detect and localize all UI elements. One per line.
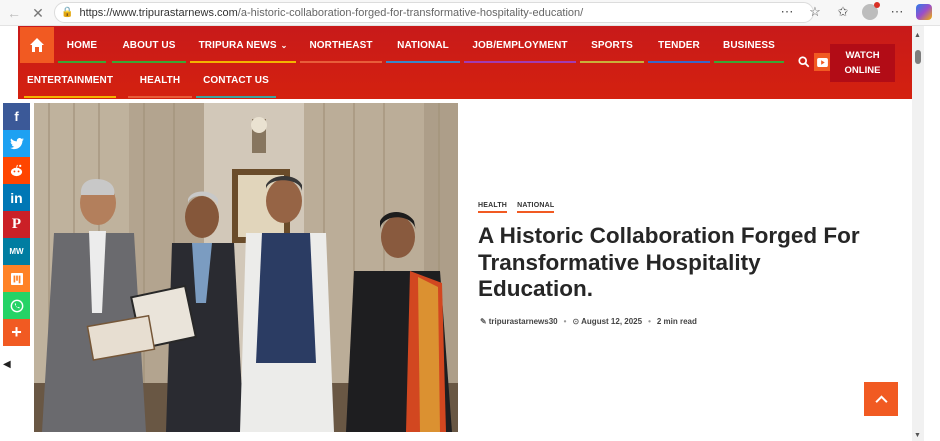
publish-date-text: August 12, 2025 xyxy=(581,317,643,326)
nav-contact-us-label: CONTACT US xyxy=(203,74,269,86)
site-navigation: HOME ABOUT US TRIPURA NEWS ⌄ NORTHEAST NA… xyxy=(18,26,913,99)
read-time: 2 min read xyxy=(656,317,697,326)
nav-health-label: HEALTH xyxy=(139,74,181,86)
youtube-icon[interactable] xyxy=(814,53,830,71)
nav-national[interactable]: NATIONAL xyxy=(386,27,460,63)
nav-home-label: HOME xyxy=(66,39,98,51)
scroll-up-arrow-icon[interactable]: ▲ xyxy=(914,32,921,39)
nav-northeast-label: NORTHEAST xyxy=(309,39,373,51)
meta-separator: • xyxy=(648,317,651,326)
publish-date[interactable]: ⊙ August 12, 2025 xyxy=(572,317,642,326)
article-categories: HEALTH NATIONAL xyxy=(478,202,555,213)
nav-contact-us[interactable]: CONTACT US xyxy=(196,62,276,98)
page-scrollbar[interactable]: ▲ ▼ xyxy=(912,26,924,441)
nav-business[interactable]: BUSINESS xyxy=(714,27,784,63)
facebook-icon[interactable]: f xyxy=(3,103,30,130)
nav-job-employment[interactable]: JOB/EMPLOYMENT xyxy=(464,27,576,63)
profile-avatar[interactable] xyxy=(862,2,880,20)
url-path: /a-historic-collaboration-forged-for-tra… xyxy=(237,6,584,19)
favorites-icon[interactable]: ✩ xyxy=(834,3,852,21)
nav-job-employment-label: JOB/EMPLOYMENT xyxy=(472,39,568,51)
scroll-down-arrow-icon[interactable]: ▼ xyxy=(914,432,921,439)
reader-mode-icon[interactable]: ⋯ xyxy=(778,3,796,21)
watch-online-line1: WATCH xyxy=(845,50,880,61)
nav-tripura-news[interactable]: TRIPURA NEWS ⌄ xyxy=(190,27,296,63)
nav-tender-label: TENDER xyxy=(658,39,700,51)
address-bar[interactable]: 🔒 https://www.tripurastarnews.com/a-hist… xyxy=(54,2,814,23)
search-icon[interactable] xyxy=(797,55,811,69)
nav-tripura-news-label: TRIPURA NEWS xyxy=(198,39,277,51)
back-icon[interactable]: ← xyxy=(2,1,26,25)
watch-online-button[interactable]: WATCH ONLINE xyxy=(830,44,895,82)
lock-icon: 🔒 xyxy=(61,7,74,18)
browser-toolbar: ← ✕ 🔒 https://www.tripurastarnews.com/a-… xyxy=(0,0,940,26)
home-icon[interactable] xyxy=(20,27,54,63)
nav-about-us-label: ABOUT US xyxy=(122,39,176,51)
nav-national-label: NATIONAL xyxy=(397,39,449,51)
chevron-down-icon: ⌄ xyxy=(280,40,288,50)
nav-tender[interactable]: TENDER xyxy=(648,27,710,63)
twitter-icon[interactable] xyxy=(3,130,30,157)
scrollbar-thumb[interactable] xyxy=(915,50,921,64)
pinterest-icon[interactable]: P xyxy=(3,211,30,238)
nav-about-us[interactable]: ABOUT US xyxy=(112,27,186,63)
mix-icon[interactable] xyxy=(3,265,30,292)
url-host: https://www.tripurastarnews.com xyxy=(79,6,238,19)
star-icon[interactable]: ☆ xyxy=(806,3,824,21)
more-icon[interactable]: + xyxy=(3,319,30,346)
reddit-icon[interactable] xyxy=(3,157,30,184)
edit-icon: ✎ xyxy=(480,317,487,326)
nav-northeast[interactable]: NORTHEAST xyxy=(300,27,382,63)
nav-home[interactable]: HOME xyxy=(58,27,106,63)
nav-entertainment[interactable]: ENTERTAINMENT xyxy=(24,62,116,98)
scroll-to-top-button[interactable] xyxy=(864,382,898,416)
nav-sports[interactable]: SPORTS xyxy=(580,27,644,63)
author-name: tripurastarnews30 xyxy=(488,317,558,326)
mewe-icon[interactable]: MW xyxy=(3,238,30,265)
nav-entertainment-label: ENTERTAINMENT xyxy=(26,74,114,86)
article-meta: ✎ tripurastarnews30 • ⊙ August 12, 2025 • … xyxy=(480,317,697,326)
close-icon[interactable]: ✕ xyxy=(26,1,50,25)
nav-sports-label: SPORTS xyxy=(591,39,633,51)
author-link[interactable]: ✎ tripurastarnews30 xyxy=(480,317,558,326)
whatsapp-icon[interactable] xyxy=(3,292,30,319)
nav-health[interactable]: HEALTH xyxy=(128,62,192,98)
article-title: A Historic Collaboration Forged For Tran… xyxy=(478,223,860,301)
chevron-up-icon xyxy=(874,394,888,403)
copilot-icon[interactable] xyxy=(916,4,932,20)
watch-online-line2: ONLINE xyxy=(844,65,881,76)
menu-dots-icon[interactable]: ⋯ xyxy=(888,3,906,21)
category-tag-health[interactable]: HEALTH xyxy=(478,202,508,213)
linkedin-icon[interactable]: in xyxy=(3,184,30,211)
article-featured-image xyxy=(34,103,458,432)
meta-separator: • xyxy=(563,317,567,326)
nav-business-label: BUSINESS xyxy=(723,39,775,51)
share-bar: f in P MW + xyxy=(3,103,30,346)
clock-icon: ⊙ xyxy=(572,317,580,326)
category-tag-national[interactable]: NATIONAL xyxy=(517,202,555,213)
share-toggle-icon[interactable]: ◀ xyxy=(3,359,11,370)
